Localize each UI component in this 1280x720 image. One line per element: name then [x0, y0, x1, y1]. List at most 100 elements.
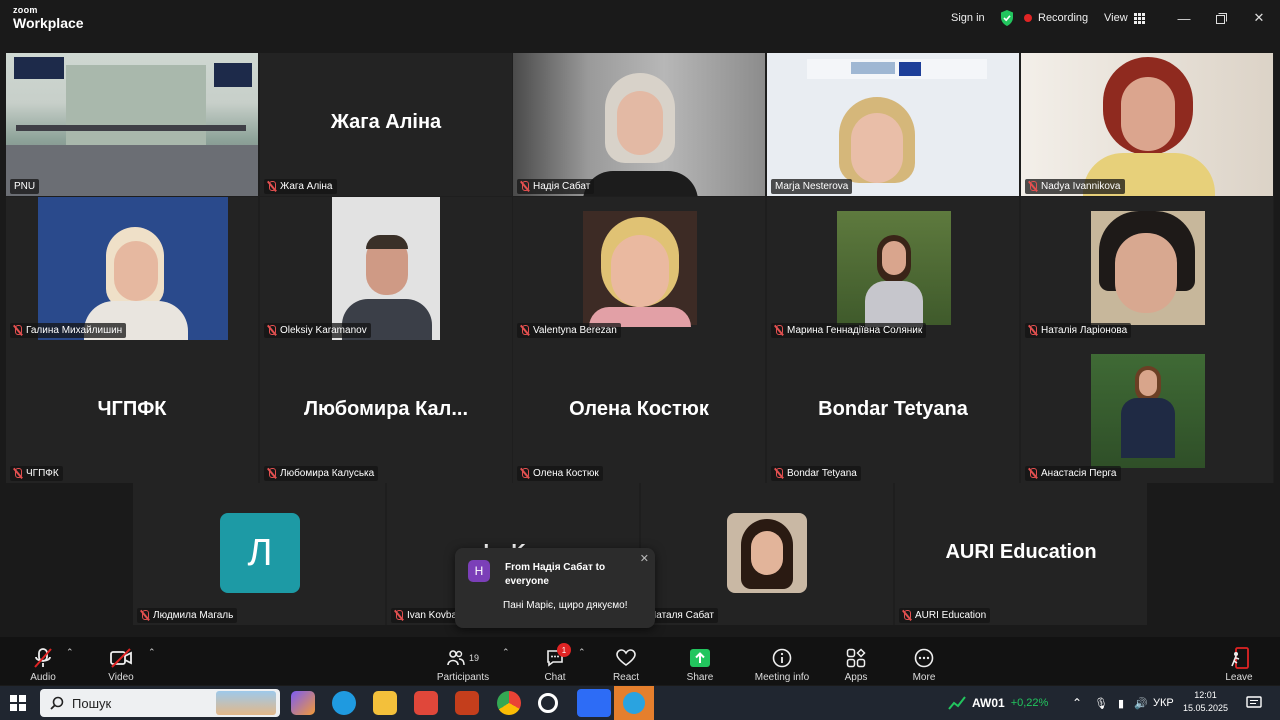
video-tile-natalia-sabat[interactable]: Наталя Сабат [641, 483, 893, 625]
minimize-window-icon[interactable]: — [1174, 8, 1194, 28]
participant-label: PNU [10, 179, 40, 194]
participant-label: Жага Аліна [264, 179, 337, 194]
input-language[interactable]: УКР [1153, 686, 1174, 720]
view-label: View [1104, 12, 1128, 24]
video-tile-nadya-ivannikova[interactable]: Nadya Ivannikova [1021, 53, 1273, 196]
file-explorer-icon[interactable] [373, 691, 397, 715]
taskbar-search-box[interactable]: Пошук [40, 689, 280, 717]
brand-large: Workplace [13, 15, 84, 31]
stock-widget[interactable]: AW01 +0,22% [948, 686, 1048, 720]
participant-face [617, 91, 663, 155]
opera-browser-icon[interactable] [538, 693, 558, 713]
sign-in-link[interactable]: Sign in [951, 0, 985, 36]
info-icon [772, 646, 792, 670]
more-button[interactable]: More [889, 641, 959, 683]
show-hidden-icons-chevron-icon[interactable]: ⌃ [1072, 686, 1082, 720]
participant-big-name: AURI Education [945, 541, 1097, 563]
video-tile-maryna-solianyk[interactable]: Марина Геннадіївна Соляник [767, 197, 1019, 340]
windows-start-icon[interactable] [10, 695, 26, 711]
zoom-app-icon[interactable] [577, 689, 611, 717]
video-tile-anastasiia-perha[interactable]: Анастасія Перга [1021, 340, 1273, 483]
taskbar-clock[interactable]: 12:01 15.05.2025 [1183, 689, 1228, 715]
participant-video [332, 197, 440, 340]
participant-face [882, 241, 906, 275]
notification-center-icon[interactable] [1246, 686, 1262, 720]
participant-name: Bondar Tetyana [787, 468, 857, 479]
chat-sender: From Надія Сабат to everyone [505, 562, 606, 587]
participant-avatar: Л [220, 513, 300, 593]
video-tile-oleksiy-karamanov[interactable]: Oleksiy Karamanov [260, 197, 512, 340]
copilot-icon[interactable] [291, 691, 315, 715]
video-tile-bondar-tetyana[interactable]: Bondar Tetyana Bondar Tetyana [767, 340, 1019, 483]
participant-label: Nadya Ivannikova [1025, 179, 1125, 194]
close-icon[interactable]: ✕ [640, 552, 649, 565]
video-tile-valentyna-berezan[interactable]: Valentyna Berezan [513, 197, 765, 340]
participant-label: Наталія Ларіонова [1025, 323, 1132, 338]
video-tile-nadiia-sabat[interactable]: Надія Сабат [513, 53, 765, 196]
react-button[interactable]: React [591, 641, 661, 683]
powerpoint-icon[interactable] [455, 691, 479, 715]
participant-name: Valentyna Berezan [533, 325, 617, 336]
participant-video [767, 53, 1019, 196]
view-button[interactable]: View [1104, 0, 1145, 36]
chat-label: Chat [544, 672, 566, 683]
chat-options-caret-icon[interactable]: ⌃ [578, 647, 586, 658]
media-app-icon[interactable] [414, 691, 438, 715]
meeting-info-label: Meeting info [754, 672, 810, 683]
search-icon [50, 696, 64, 710]
conference-room-video [6, 53, 258, 196]
video-grid: PNU Жага Аліна Жага Аліна Надія Сабат Ma… [6, 53, 1274, 483]
participant-label: Bondar Tetyana [771, 466, 861, 481]
video-tile-halyna-mykhailyshyn[interactable]: Галина Михайлишин [6, 197, 258, 340]
participant-label: Галина Михайлишин [10, 323, 127, 338]
participant-video [837, 211, 951, 327]
video-tile-liubomyra-kaluska[interactable]: Любомира Кал... Любомира Калуська [260, 340, 512, 483]
microphone-icon[interactable]: 🎙 [1094, 697, 1108, 710]
muted-mic-icon [140, 610, 149, 621]
video-tile-pnu[interactable]: PNU [6, 53, 258, 196]
chrome-browser-icon[interactable] [497, 691, 521, 715]
participants-label: Participants [436, 672, 490, 683]
participant-hair [366, 235, 408, 249]
video-tile-olena-kostiuk[interactable]: Олена Костюк Олена Костюк [513, 340, 765, 483]
battery-icon[interactable]: ▮ [1118, 697, 1124, 710]
participant-label: ЧГПФК [10, 466, 63, 481]
apps-button[interactable]: Apps [821, 641, 891, 683]
participants-button[interactable]: 19 Participants [428, 641, 498, 683]
leave-button[interactable]: Leave [1204, 641, 1274, 683]
encryption-shield-icon[interactable] [1000, 0, 1014, 36]
share-button[interactable]: Share [665, 641, 735, 683]
audio-options-caret-icon[interactable]: ⌃ [66, 647, 74, 658]
participant-video [583, 211, 697, 327]
telegram-app-icon[interactable] [614, 686, 654, 720]
chat-message: Пані Маріє, щиро дякуємо! [503, 600, 628, 611]
video-tile-liudmyla-mahal[interactable]: Л Людмила Магаль [133, 483, 385, 625]
edge-browser-icon[interactable] [332, 691, 356, 715]
participant-label: Наталя Сабат [645, 608, 718, 623]
zoom-workplace-logo: zoom Workplace [13, 6, 84, 31]
video-tile-chhpfk[interactable]: ЧГПФК ЧГПФК [6, 340, 258, 483]
room-tables [16, 125, 246, 131]
participants-options-caret-icon[interactable]: ⌃ [502, 647, 510, 658]
participant-name: PNU [14, 181, 36, 192]
muted-mic-icon [902, 610, 911, 621]
chat-notification-popup[interactable]: H From Надія Сабат to everyone Пані Марі… [455, 548, 655, 628]
video-tile-nataliia-larionova[interactable]: Наталія Ларіонова [1021, 197, 1273, 340]
participant-big-name: Bondar Tetyana [818, 398, 968, 420]
meeting-info-button[interactable]: Meeting info [747, 641, 817, 683]
muted-mic-icon [774, 325, 783, 336]
close-window-icon[interactable]: ✕ [1249, 8, 1269, 28]
participant-name: Олена Костюк [533, 468, 599, 479]
participant-label: Marja Nesterova [771, 179, 853, 194]
speaker-icon[interactable]: 🔊 [1134, 697, 1148, 710]
video-tile-auri-education[interactable]: AURI Education AURI Education [895, 483, 1147, 625]
participant-big-name: ЧГПФК [97, 398, 167, 420]
video-button[interactable]: Video [86, 641, 156, 683]
video-tile-marja-nesterova[interactable]: Marja Nesterova [767, 53, 1019, 196]
participant-face [611, 235, 669, 307]
audio-label: Audio [30, 672, 56, 683]
video-tile-zhaga-alina[interactable]: Жага Аліна Жага Аліна [260, 53, 512, 196]
recording-indicator[interactable]: Recording [1024, 0, 1088, 36]
maximize-window-icon[interactable] [1211, 8, 1231, 28]
video-options-caret-icon[interactable]: ⌃ [148, 647, 156, 658]
